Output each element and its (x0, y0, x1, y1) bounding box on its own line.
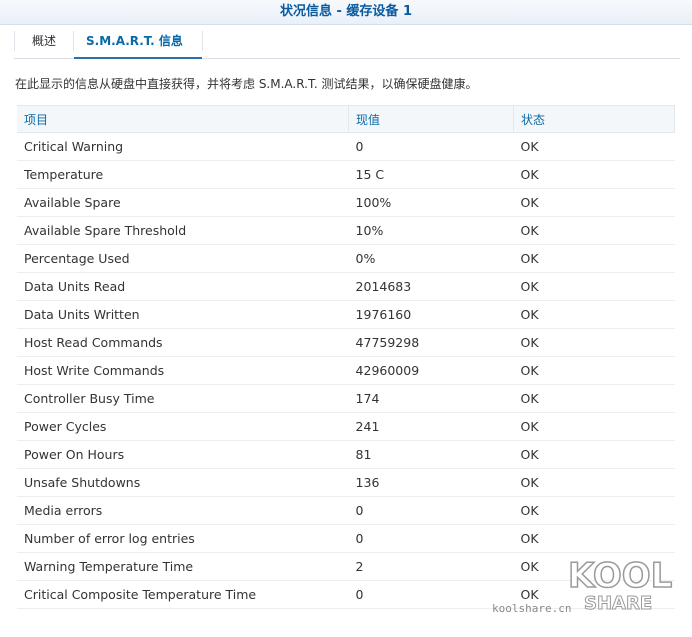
cell-value: 1976160 (348, 300, 514, 329)
cell-item: Temperature (17, 160, 349, 189)
tab-divider (14, 31, 15, 51)
table-row[interactable]: Power On Hours 81 OK (17, 440, 675, 469)
column-header-item[interactable]: 项目 (17, 105, 349, 133)
tab-divider (73, 31, 74, 51)
table-row[interactable]: Unsafe Shutdowns 136 OK (17, 468, 675, 497)
koolshare-logo: KOOL SHARE (567, 551, 678, 621)
cell-value: 0 (348, 524, 514, 553)
table-body: Critical Warning 0 OK Temperature 15 C OK Avai… (17, 132, 675, 609)
cell-item: Power On Hours (17, 440, 349, 469)
cell-status: OK (513, 132, 675, 161)
table-row[interactable]: Temperature 15 C OK (17, 160, 675, 189)
logo-graphic: KOOL SHARE (567, 555, 673, 614)
table-row[interactable]: Data Units Read 2014683 OK (17, 272, 675, 301)
cell-item: Host Read Commands (17, 328, 349, 357)
table-row[interactable]: Host Read Commands 47759298 OK (17, 328, 675, 357)
tab-bar: 概述 S.M.A.R.T. 信息 (14, 25, 680, 59)
column-header-value[interactable]: 现值 (348, 105, 514, 133)
tab-smart-info[interactable]: S.M.A.R.T. 信息 (86, 25, 183, 58)
cell-value: 81 (348, 440, 514, 469)
table-row[interactable]: Power Cycles 241 OK (17, 412, 675, 441)
cell-status: OK (513, 356, 675, 385)
cell-status: OK (513, 412, 675, 441)
cell-value: 0 (348, 132, 514, 161)
cell-status: OK (513, 160, 675, 189)
cell-status: OK (513, 244, 675, 273)
table-row[interactable]: Controller Busy Time 174 OK (17, 384, 675, 413)
cell-status: OK (513, 440, 675, 469)
cell-value: 2 (348, 552, 514, 581)
table-header-row: 项目 现值 状态 (17, 105, 675, 133)
cell-status: OK (513, 272, 675, 301)
cell-item: Percentage Used (17, 244, 349, 273)
cell-value: 174 (348, 384, 514, 413)
cell-status: OK (513, 524, 675, 553)
svg-text:SHARE: SHARE (584, 593, 652, 614)
cell-value: 2014683 (348, 272, 514, 301)
cell-status: OK (513, 496, 675, 525)
tab-divider (202, 31, 203, 51)
table-row[interactable]: Available Spare Threshold 10% OK (17, 216, 675, 245)
cell-item: Available Spare Threshold (17, 216, 349, 245)
cell-item: Warning Temperature Time (17, 552, 349, 581)
cell-item: Power Cycles (17, 412, 349, 441)
cell-item: Number of error log entries (17, 524, 349, 553)
cell-status: OK (513, 188, 675, 217)
cell-status: OK (513, 216, 675, 245)
cell-item: Data Units Written (17, 300, 349, 329)
cell-value: 10% (348, 216, 514, 245)
cell-item: Controller Busy Time (17, 384, 349, 413)
cell-item: Available Spare (17, 188, 349, 217)
description-text: 在此显示的信息从硬盘中直接获得，并将考虑 S.M.A.R.T. 测试结果，以确保… (15, 77, 478, 91)
cell-item: Data Units Read (17, 272, 349, 301)
table-row[interactable]: Host Write Commands 42960009 OK (17, 356, 675, 385)
cell-value: 241 (348, 412, 514, 441)
table-row[interactable]: Available Spare 100% OK (17, 188, 675, 217)
table-row[interactable]: Data Units Written 1976160 OK (17, 300, 675, 329)
tab-overview[interactable]: 概述 (32, 25, 56, 58)
cell-status: OK (513, 328, 675, 357)
cell-status: OK (513, 468, 675, 497)
cell-value: 0 (348, 580, 514, 609)
cell-value: 15 C (348, 160, 514, 189)
cell-item: Media errors (17, 496, 349, 525)
svg-text:KOOL: KOOL (568, 556, 672, 596)
window-title: 状况信息 - 缓存设备 1 (0, 0, 692, 25)
watermark-site: koolshare.cn (492, 602, 572, 615)
column-header-status[interactable]: 状态 (513, 105, 675, 133)
cell-value: 47759298 (348, 328, 514, 357)
active-tab-indicator (74, 57, 202, 59)
cell-value: 42960009 (348, 356, 514, 385)
cell-value: 100% (348, 188, 514, 217)
table-row[interactable]: Percentage Used 0% OK (17, 244, 675, 273)
cell-item: Host Write Commands (17, 356, 349, 385)
cell-item: Critical Warning (17, 132, 349, 161)
cell-value: 136 (348, 468, 514, 497)
cell-value: 0% (348, 244, 514, 273)
table-row[interactable]: Media errors 0 OK (17, 496, 675, 525)
smart-table: 项目 现值 状态 Critical Warning 0 OK Temperature 1… (17, 105, 675, 609)
table-row[interactable]: Critical Warning 0 OK (17, 132, 675, 161)
table-row[interactable]: Number of error log entries 0 OK (17, 524, 675, 553)
cell-item: Critical Composite Temperature Time (17, 580, 349, 609)
cell-status: OK (513, 300, 675, 329)
cell-value: 0 (348, 496, 514, 525)
cell-status: OK (513, 384, 675, 413)
cell-item: Unsafe Shutdowns (17, 468, 349, 497)
